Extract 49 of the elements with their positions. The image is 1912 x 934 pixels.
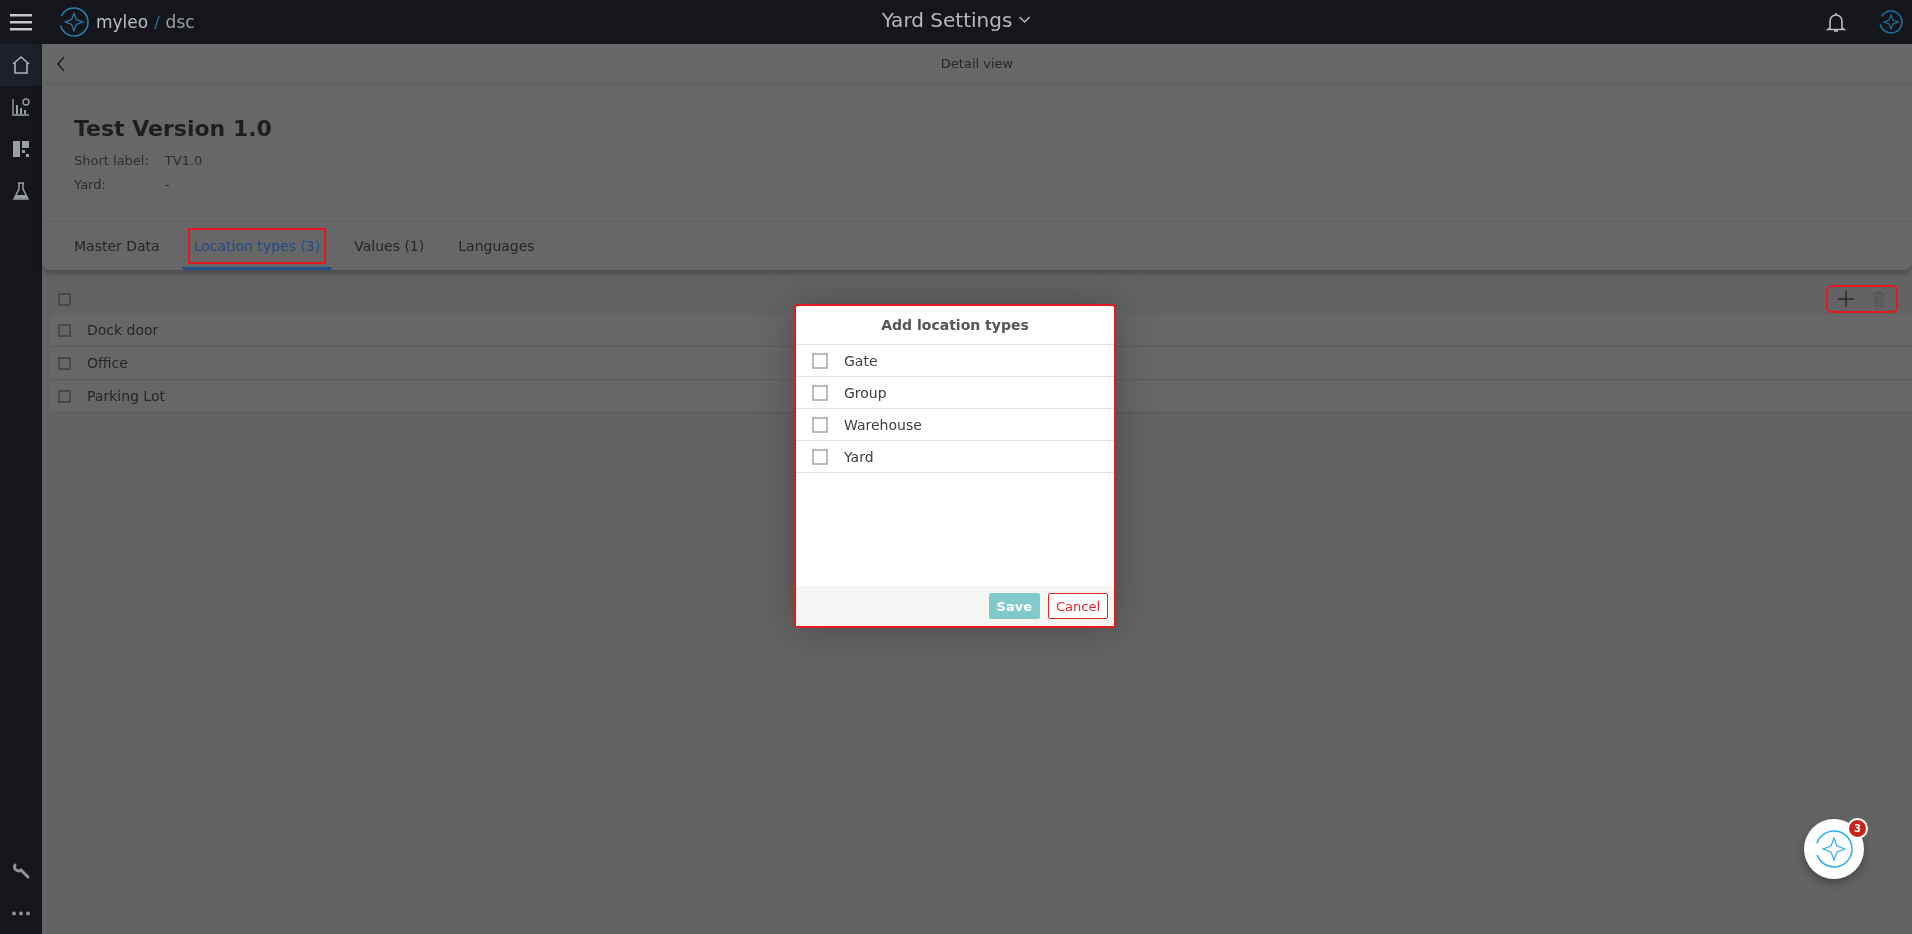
row-label: Office [87,355,128,371]
chart-icon [10,96,32,118]
notifications-button[interactable] [1824,10,1848,34]
row-label: Parking Lot [87,388,165,404]
logo-icon [1814,829,1854,869]
dialog-title: Add location types [796,306,1114,345]
home-icon [10,54,32,76]
option-label: Group [844,384,887,401]
record-title: Test Version 1.0 [74,116,273,141]
bell-icon [1824,10,1848,34]
tab[interactable]: Location types (3) [181,222,333,270]
product-name: dsc [165,12,195,32]
caret-icon [1018,16,1031,24]
more-icon [11,910,31,916]
field-label: Short label: [74,153,149,169]
detail-view-label: Detail view [940,56,1014,71]
cancel-button[interactable]: Cancel [1047,593,1108,619]
row-label: Dock door [87,322,159,338]
tab[interactable]: Languages [446,222,547,270]
logo-separator: / [154,12,160,32]
row-checkbox[interactable] [58,356,71,370]
back-button[interactable] [56,55,66,72]
option-label: Warehouse [844,416,922,433]
flask-icon [10,180,32,202]
option-checkbox[interactable] [812,352,828,369]
field-value: TV1.0 [164,153,203,169]
logo-text: myleo [96,12,149,32]
field-label: Yard: [74,177,107,193]
logo-icon [1878,9,1904,35]
menu-icon [10,13,32,31]
profile-button[interactable] [1878,9,1904,35]
option-label: Yard [844,448,874,465]
page-title-dropdown[interactable]: Yard Settings [881,8,1031,32]
option-label: Gate [844,352,878,369]
field-value: - [164,177,171,193]
chevron-left-icon [56,55,66,72]
option-checkbox[interactable] [812,384,828,401]
option-checkbox[interactable] [812,448,828,465]
row-checkbox[interactable] [58,389,71,403]
dashboard-icon [10,138,32,160]
tab[interactable]: Values (1) [342,222,437,270]
nav-item[interactable] [0,44,42,86]
row-checkbox[interactable] [58,323,71,337]
option-checkbox[interactable] [812,416,828,433]
select-all-checkbox[interactable] [58,292,71,306]
plus-icon [1838,291,1854,307]
tab[interactable]: Master Data [62,222,172,270]
logo-icon [58,6,90,38]
add-button[interactable] [1838,291,1854,307]
